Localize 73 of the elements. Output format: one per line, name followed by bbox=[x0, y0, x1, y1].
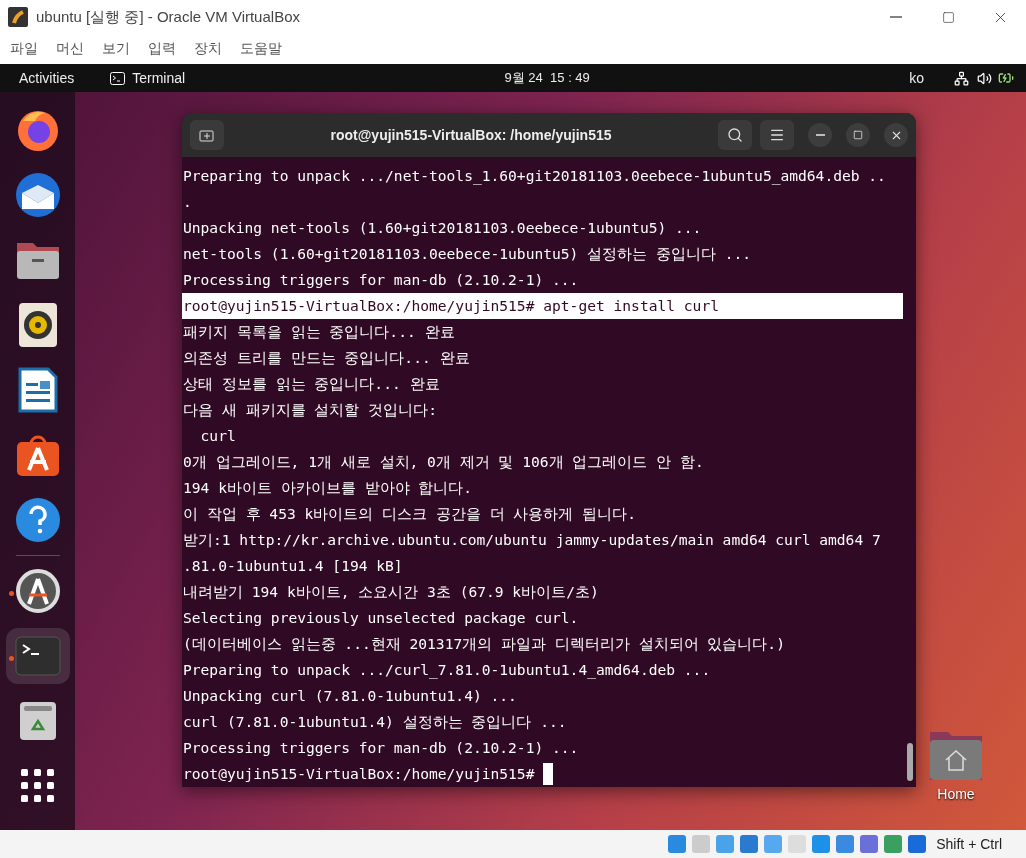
status-icon[interactable] bbox=[906, 833, 929, 855]
terminal-line: Processing triggers for man-db (2.10.2-1) ... bbox=[182, 270, 580, 290]
clock[interactable]: 9월 24 15 : 49 bbox=[504, 69, 590, 87]
status-icon[interactable] bbox=[882, 833, 905, 855]
scrollbar[interactable] bbox=[907, 743, 913, 781]
speaker-icon[interactable] bbox=[17, 302, 58, 348]
host-key-label: Shift + Ctrl bbox=[936, 836, 1002, 852]
menu-item[interactable]: 장치 bbox=[194, 40, 222, 58]
window-title: ubuntu [실행 중] - Oracle VM VirtualBox bbox=[36, 7, 301, 27]
maximize-icon bbox=[853, 130, 863, 140]
folder-label[interactable]: Home bbox=[937, 786, 975, 802]
menu-item[interactable]: 파일 bbox=[10, 40, 38, 58]
terminal-line: 패키지 목록을 읽는 중입니다... 완료 bbox=[182, 322, 456, 342]
terminal-line: (데이터베이스 읽는중 ...현재 201317개의 파일과 디렉터리가 설치되어 있습니다.) bbox=[182, 634, 786, 654]
battery-icon[interactable] bbox=[998, 70, 1014, 86]
terminal-line: 다음 새 패키지를 설치할 것입니다: bbox=[182, 400, 438, 420]
menu-item[interactable]: 보기 bbox=[102, 40, 130, 58]
terminal-line: . bbox=[182, 192, 193, 212]
app-grid-icon[interactable] bbox=[20, 769, 55, 803]
terminal-line: .81.0-1ubuntu1.4 [194 kB] bbox=[182, 556, 404, 576]
terminal-line: Preparing to unpack .../curl_7.81.0-1ubuntu1.4_amd64.deb ... bbox=[182, 660, 712, 681]
close-button[interactable] bbox=[884, 123, 908, 147]
app-menu[interactable]: Terminal bbox=[132, 70, 186, 86]
terminal-line: 0개 업그레이드, 1개 새로 설치, 0개 제거 및 106개 업그레이드 안 함. bbox=[182, 452, 705, 472]
mail-icon[interactable] bbox=[13, 171, 62, 219]
volume-icon[interactable] bbox=[977, 70, 992, 86]
menu-item[interactable]: 입력 bbox=[148, 40, 176, 58]
status-icon[interactable] bbox=[858, 833, 881, 855]
new-tab-icon bbox=[199, 128, 215, 142]
status-icon[interactable] bbox=[810, 833, 833, 855]
terminal-line: Preparing to unpack .../net-tools_1.60+git20181103.0eebece-1ubuntu5_amd64.deb .. bbox=[182, 166, 887, 187]
menu-item[interactable]: 머신 bbox=[56, 40, 84, 58]
new-tab-button[interactable] bbox=[190, 120, 224, 150]
minimize-icon bbox=[890, 16, 902, 18]
app-logo-icon bbox=[8, 7, 28, 27]
terminal-title: root@yujin515-VirtualBox: /home/yujin515 bbox=[329, 127, 613, 143]
text-cursor bbox=[543, 763, 554, 785]
status-icon[interactable] bbox=[834, 833, 857, 855]
menu-button[interactable] bbox=[760, 120, 794, 150]
terminal-line: Processing triggers for man-db (2.10.2-1) ... bbox=[182, 738, 580, 758]
terminal-line: curl bbox=[199, 426, 237, 446]
help-icon[interactable] bbox=[14, 497, 61, 543]
minimize-icon bbox=[815, 134, 825, 136]
terminal-icon[interactable] bbox=[14, 636, 61, 676]
terminal-line: 상태 정보를 읽는 중입니다... 완료 bbox=[182, 374, 441, 394]
maximize-icon bbox=[941, 10, 955, 24]
input-method-indicator[interactable]: ko bbox=[909, 70, 924, 86]
minimize-button[interactable] bbox=[808, 123, 832, 147]
terminal-line: 의존성 트리를 만드는 중입니다... 완료 bbox=[182, 348, 471, 368]
network-icon[interactable] bbox=[954, 70, 969, 86]
search-icon bbox=[727, 127, 743, 143]
status-icon[interactable] bbox=[738, 833, 761, 855]
updater-icon[interactable] bbox=[14, 568, 61, 614]
terminal-line: curl (7.81.0-1ubuntu1.4) 설정하는 중입니다 ... bbox=[182, 712, 568, 732]
terminal-line: Unpacking net-tools (1.60+git20181103.0eebece-1ubuntu5) ... bbox=[182, 218, 703, 238]
maximize-button[interactable] bbox=[846, 123, 870, 147]
folder-icon[interactable] bbox=[928, 730, 984, 782]
trash-icon[interactable] bbox=[18, 701, 57, 741]
menu-item[interactable]: 도움말 bbox=[240, 40, 282, 58]
terminal-line: Selecting previously unselected package curl. bbox=[182, 608, 580, 628]
search-button[interactable] bbox=[718, 120, 752, 150]
activities-button[interactable]: Activities bbox=[19, 70, 75, 86]
terminal-line: 이 작업 후 453 k바이트의 디스크 공간을 더 사용하게 됩니다. bbox=[182, 504, 637, 524]
terminal-line: 내려받기 194 k바이트, 소요시간 3초 (67.9 k바이트/초) bbox=[182, 582, 600, 602]
terminal-line: net-tools (1.60+git20181103.0eebece-1ubuntu5) 설정하는 중입니다 ... bbox=[182, 244, 753, 264]
terminal-line: 194 k바이트 아카이브를 받아야 합니다. bbox=[182, 478, 474, 498]
terminal-prompt: root@yujin515-VirtualBox:/home/yujin515# bbox=[182, 764, 535, 784]
status-icon[interactable] bbox=[666, 833, 689, 855]
document-icon[interactable] bbox=[17, 367, 58, 413]
terminal-line: Unpacking curl (7.81.0-1ubuntu1.4) ... bbox=[182, 686, 518, 706]
terminal-icon bbox=[110, 71, 126, 85]
terminal-line: 받기:1 http://kr.archive.ubuntu.com/ubuntu jammy-updates/main amd64 curl amd64 7 bbox=[182, 530, 882, 550]
menu-icon bbox=[769, 127, 785, 143]
